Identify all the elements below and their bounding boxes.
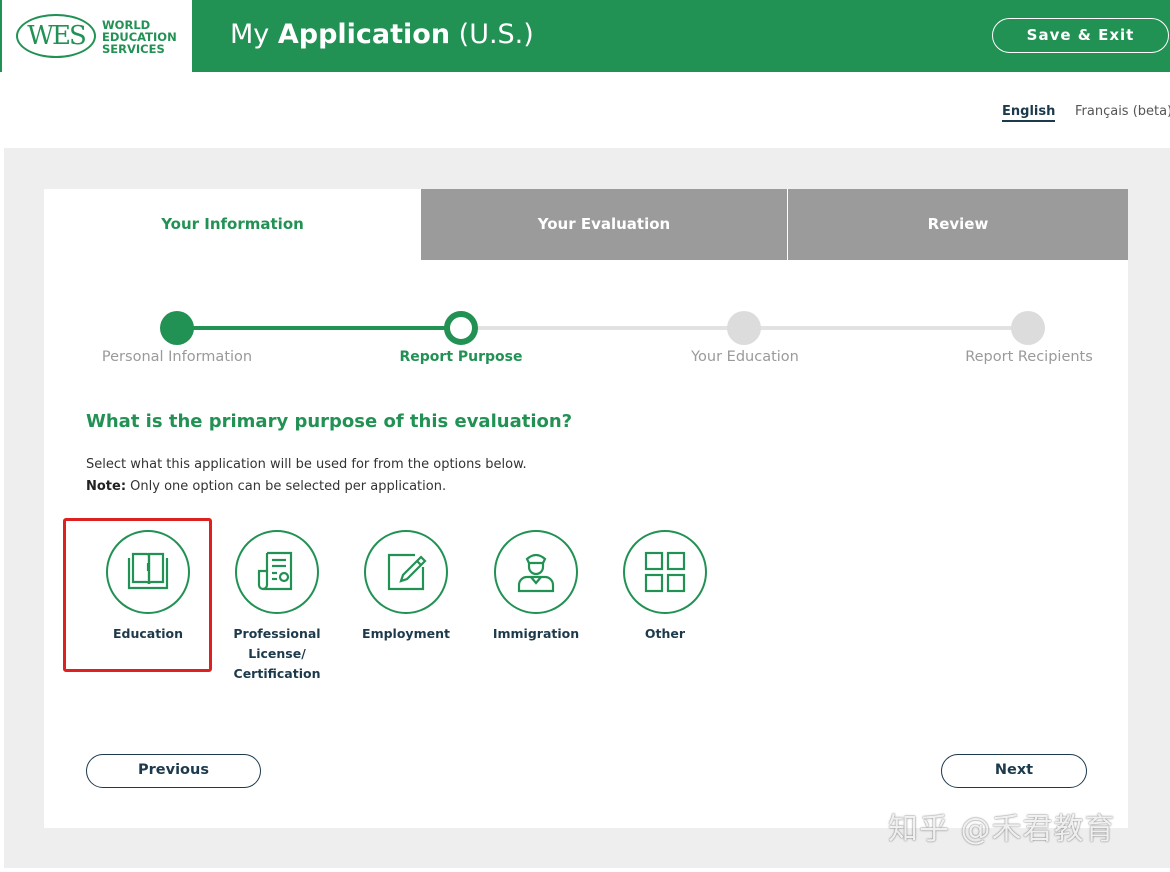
previous-button[interactable]: Previous xyxy=(86,754,261,788)
option-employment[interactable]: Employment xyxy=(341,530,471,644)
option-label: Other xyxy=(644,626,686,641)
certificate-icon xyxy=(235,530,319,614)
option-label: Immigration xyxy=(492,626,580,641)
logo-wordmark: WORLD EDUCATION SERVICES xyxy=(102,18,177,56)
instruction-line: Select what this application will be use… xyxy=(86,457,527,472)
step-label-your-education: Your Education xyxy=(691,349,799,365)
progress-line-complete xyxy=(177,326,461,330)
step-dot-personal-information xyxy=(160,311,194,345)
tab-your-evaluation[interactable]: Your Evaluation xyxy=(421,189,787,260)
option-other[interactable]: Other xyxy=(600,530,730,644)
instruction-note: Note: Only one option can be selected pe… xyxy=(86,479,447,494)
wes-logo[interactable]: WES WORLD EDUCATION SERVICES xyxy=(2,0,192,72)
app-header: WES WORLD EDUCATION SERVICES My Applicat… xyxy=(0,0,1170,72)
edit-icon xyxy=(364,530,448,614)
step-label-report-recipients: Report Recipients xyxy=(965,349,1093,365)
grid-icon xyxy=(623,530,707,614)
instructions: Select what this application will be use… xyxy=(86,454,527,498)
step-dot-report-recipients xyxy=(1011,311,1045,345)
next-button[interactable]: Next xyxy=(941,754,1087,788)
logo-mark: WES xyxy=(16,14,96,58)
selection-highlight-box xyxy=(63,518,212,672)
officer-icon xyxy=(494,530,578,614)
step-label-personal-information: Personal Information xyxy=(101,349,253,365)
step-dot-your-education xyxy=(727,311,761,345)
question-heading: What is the primary purpose of this eval… xyxy=(86,411,573,432)
option-immigration[interactable]: Immigration xyxy=(471,530,601,644)
tab-your-information[interactable]: Your Information xyxy=(44,189,421,260)
step-label-report-purpose: Report Purpose xyxy=(399,349,523,365)
option-label: Employment xyxy=(362,626,450,641)
language-french-link[interactable]: Français (beta) xyxy=(1075,104,1170,119)
option-label: Professional License/ Certification xyxy=(233,626,321,681)
application-card xyxy=(44,189,1128,828)
step-dot-report-purpose xyxy=(444,311,478,345)
page-title: My Application (U.S.) xyxy=(230,19,534,50)
option-professional-license[interactable]: Professional License/ Certification xyxy=(212,530,342,684)
save-exit-button[interactable]: Save & Exit xyxy=(992,18,1169,53)
language-english-link[interactable]: English xyxy=(1002,104,1056,122)
tab-review[interactable]: Review xyxy=(788,189,1128,260)
watermark-text: 知乎 @禾君教育 xyxy=(888,812,1116,847)
